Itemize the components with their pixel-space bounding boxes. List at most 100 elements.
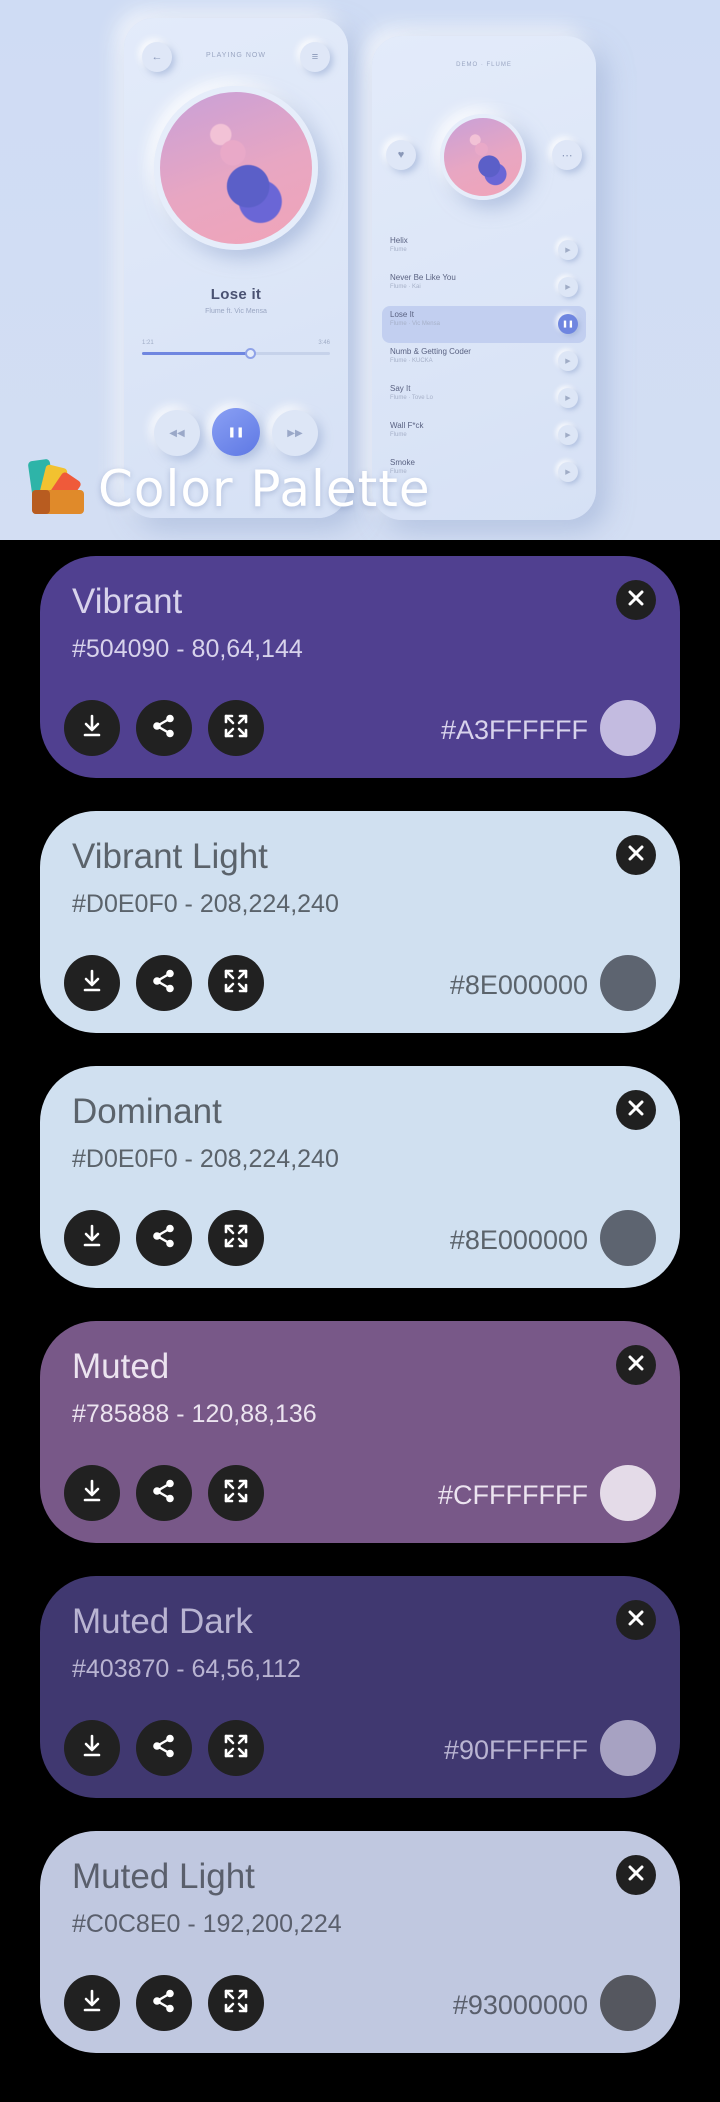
palette-card: Muted Dark #403870 - 64,56,112 #90FFFFFF xyxy=(40,1576,680,1798)
download-button[interactable] xyxy=(64,1465,120,1521)
download-icon xyxy=(81,714,103,743)
rewind-icon: ◀◀ xyxy=(154,410,200,456)
time-elapsed: 1:21 xyxy=(142,340,154,346)
playlist-song: Helix xyxy=(390,236,408,245)
playlist-song: Never Be Like You xyxy=(390,273,456,282)
now-playing-mockup: ← PLAYING NOW ≡ Lose it Flume ft. Vic Me… xyxy=(124,18,348,518)
playlist-artist: Flume xyxy=(390,432,407,438)
close-button[interactable] xyxy=(616,1855,656,1895)
hero-image: ← PLAYING NOW ≡ Lose it Flume ft. Vic Me… xyxy=(0,0,720,540)
swatch-hex-rgb: #D0E0F0 - 208,224,240 xyxy=(72,1145,339,1173)
text-color-argb: #90FFFFFF xyxy=(443,1735,588,1765)
close-icon xyxy=(627,1609,645,1632)
palette-card: Muted #785888 - 120,88,136 #CFFFFFFF xyxy=(40,1321,680,1543)
close-button[interactable] xyxy=(616,580,656,620)
share-icon xyxy=(151,713,177,744)
fullscreen-icon xyxy=(223,1733,249,1764)
fullscreen-icon xyxy=(223,713,249,744)
time-total: 3:46 xyxy=(318,340,330,346)
close-button[interactable] xyxy=(616,1345,656,1385)
palette-card: Muted Light #C0C8E0 - 192,200,224 #9300000… xyxy=(40,1831,680,2053)
progress-track xyxy=(142,348,330,359)
playlist-artist: Flume · Tove Lo xyxy=(390,395,433,401)
fullscreen-icon xyxy=(223,1478,249,1509)
share-button[interactable] xyxy=(136,955,192,1011)
text-color-swatch xyxy=(600,955,656,1011)
share-icon xyxy=(151,1988,177,2019)
text-color-swatch xyxy=(600,1720,656,1776)
brand-title: Color Palette xyxy=(98,460,431,518)
album-art xyxy=(154,86,318,250)
text-color-swatch xyxy=(600,1210,656,1266)
download-icon xyxy=(81,1224,103,1253)
text-color-swatch xyxy=(600,1465,656,1521)
close-icon xyxy=(627,589,645,612)
fullscreen-icon xyxy=(223,968,249,999)
now-playing-header: ← PLAYING NOW ≡ xyxy=(124,42,348,72)
play-icon: ▶ xyxy=(558,388,578,408)
download-button[interactable] xyxy=(64,1210,120,1266)
swatch-name: Muted xyxy=(72,1347,170,1386)
playlist-song: Numb & Getting Coder xyxy=(390,347,471,356)
share-button[interactable] xyxy=(136,1975,192,2031)
play-icon: ▶ xyxy=(558,462,578,482)
close-button[interactable] xyxy=(616,835,656,875)
text-color-argb: #8E000000 xyxy=(449,1225,588,1255)
close-button[interactable] xyxy=(616,1600,656,1640)
download-button[interactable] xyxy=(64,1975,120,2031)
fullscreen-button[interactable] xyxy=(208,1465,264,1521)
fast-forward-icon: ▶▶ xyxy=(272,410,318,456)
fullscreen-button[interactable] xyxy=(208,1975,264,2031)
swatch-name: Muted Light xyxy=(72,1857,255,1896)
swatch-hex-rgb: #785888 - 120,88,136 xyxy=(72,1400,317,1428)
share-button[interactable] xyxy=(136,1210,192,1266)
progress-fill xyxy=(142,352,248,355)
text-color-argb: #93000000 xyxy=(452,1990,588,2020)
playlist-artist: Flume · Kai xyxy=(390,284,421,290)
pause-icon: ❚❚ xyxy=(558,314,578,334)
swatch-name: Dominant xyxy=(72,1092,222,1131)
text-color-argb: #CFFFFFFF xyxy=(438,1480,588,1510)
swatch-hex-rgb: #D0E0F0 - 208,224,240 xyxy=(72,890,339,918)
swatch-name: Muted Dark xyxy=(72,1602,253,1641)
fullscreen-button[interactable] xyxy=(208,955,264,1011)
fullscreen-button[interactable] xyxy=(208,1210,264,1266)
close-icon xyxy=(627,1099,645,1122)
playlist: Helix Flume ▶ Never Be Like You Flume · Kai ▶… xyxy=(382,232,586,491)
playlist-artist: Flume xyxy=(390,247,407,253)
close-icon xyxy=(627,1354,645,1377)
swatch-hex-rgb: #504090 - 80,64,144 xyxy=(72,635,303,663)
download-button[interactable] xyxy=(64,700,120,756)
swatch-hex-rgb: #C0C8E0 - 192,200,224 xyxy=(72,1910,342,1938)
fullscreen-button[interactable] xyxy=(208,1720,264,1776)
playlist-row: Wall F*ck Flume ▶ xyxy=(382,417,586,454)
playlist-row: Helix Flume ▶ xyxy=(382,232,586,269)
playlist-artist: Flume · Vic Mensa xyxy=(390,321,440,327)
playlist-row: Never Be Like You Flume · Kai ▶ xyxy=(382,269,586,306)
fullscreen-icon xyxy=(223,1988,249,2019)
share-button[interactable] xyxy=(136,1465,192,1521)
text-color-argb: #8E000000 xyxy=(449,970,588,1000)
play-icon: ▶ xyxy=(558,277,578,297)
playlist-header: DEMO · FLUME xyxy=(456,62,512,68)
download-button[interactable] xyxy=(64,955,120,1011)
menu-icon: ≡ xyxy=(300,42,330,72)
song-title: Lose it xyxy=(210,286,262,303)
playlist-album-art xyxy=(440,114,526,200)
text-color-swatch xyxy=(600,1975,656,2031)
pause-icon: ❚❚ xyxy=(212,408,260,456)
share-button[interactable] xyxy=(136,1720,192,1776)
close-button[interactable] xyxy=(616,1090,656,1130)
fullscreen-button[interactable] xyxy=(208,700,264,756)
heart-icon: ♥ xyxy=(386,140,416,170)
playlist-song: Lose It xyxy=(390,310,415,319)
brand: Color Palette xyxy=(27,458,431,520)
swatch-name: Vibrant xyxy=(72,582,183,621)
share-button[interactable] xyxy=(136,700,192,756)
song-artist: Flume ft. Vic Mensa xyxy=(205,308,267,315)
download-button[interactable] xyxy=(64,1720,120,1776)
share-icon xyxy=(151,1478,177,1509)
swatch-name: Vibrant Light xyxy=(72,837,268,876)
playlist-row: Say It Flume · Tove Lo ▶ xyxy=(382,380,586,417)
palette-card: Vibrant Light #D0E0F0 - 208,224,240 #8E000… xyxy=(40,811,680,1033)
